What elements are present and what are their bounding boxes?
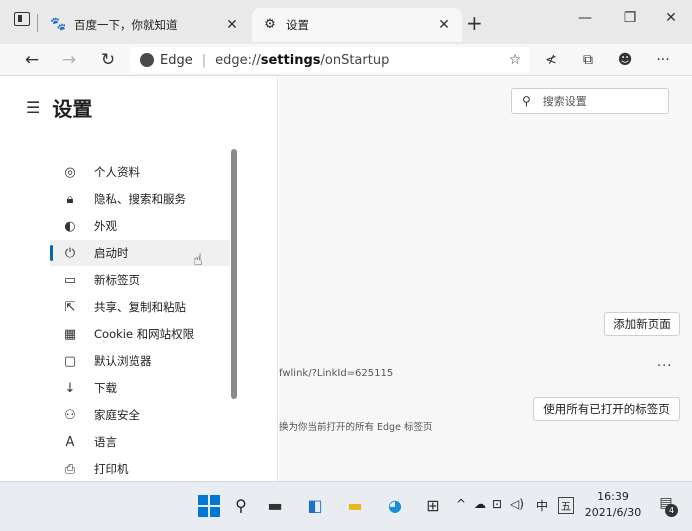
tab-separator <box>37 14 38 32</box>
new-tab-icon: ▭ <box>63 272 77 288</box>
startup-page-url: fwlink/?LinkId=625115 <box>279 368 394 379</box>
sidebar-item-appearance[interactable]: ◐ 外观 <box>50 213 230 239</box>
profile-avatar-icon[interactable]: ☻ <box>614 50 636 72</box>
printer-icon: ⎙ <box>64 461 76 477</box>
notification-count-badge: 4 <box>665 504 678 517</box>
sidebar-item-family[interactable]: ⚇ 家庭安全 <box>50 402 230 428</box>
address-brand: Edge <box>160 52 193 68</box>
sidebar-item-label: 打印机 <box>94 462 129 476</box>
edge-logo-icon <box>140 53 154 67</box>
hamburger-menu-icon[interactable]: ☰ <box>26 98 40 117</box>
cloud-icon[interactable]: ☁ <box>474 497 486 511</box>
power-icon: ⏻ <box>64 245 76 261</box>
sidebar-item-profile[interactable]: ◎ 个人资料 <box>50 159 230 185</box>
sidebar-item-label: 启动时 <box>94 246 129 260</box>
sidebar-item-printers[interactable]: ⎙ 打印机 <box>50 456 230 481</box>
ime-indicator[interactable]: 中 <box>536 497 548 514</box>
taskbar-clock[interactable]: 16:39 2021/6/30 <box>584 489 642 521</box>
volume-icon[interactable]: ◁) <box>510 497 524 511</box>
browser-toolbar: ← → ↻ Edge | edge://settings/onStartup ☆… <box>0 44 692 76</box>
settings-sidebar: ☰ 设置 ◎ 个人资料 🔒︎ 隐私、搜索和服务 ◐ 外观 ⏻ 启动时 ▭ 新标签… <box>0 77 278 481</box>
use-all-open-tabs-button[interactable]: 使用所有已打开的标签页 <box>533 397 680 421</box>
sidebar-item-new-tab[interactable]: ▭ 新标签页 <box>50 267 230 293</box>
sidebar-item-label: 外观 <box>94 219 117 233</box>
download-icon: ↓ <box>64 380 76 396</box>
settings-content: ⚲ 搜索设置 添加新页面 ··· fwlink/?LinkId=625115 使… <box>279 77 692 481</box>
gear-icon: ⚙ <box>264 17 276 32</box>
favorites-icon[interactable]: ≮ <box>540 50 562 72</box>
hand-cursor-icon: ☝ <box>193 250 203 269</box>
clock-date: 2021/6/30 <box>584 506 642 519</box>
windows-taskbar: ⚲ ▬ ◧ ▬ ◕ ⊞ ^ ☁ ⊡ ◁) 中 五 16:39 2021/6/30… <box>0 481 692 531</box>
language-icon: A <box>65 434 75 450</box>
new-tab-button[interactable]: + <box>466 11 483 35</box>
sidebar-item-privacy[interactable]: 🔒︎ 隐私、搜索和服务 <box>50 186 230 212</box>
profile-icon: ◎ <box>64 164 76 180</box>
sidebar-item-label: 语言 <box>94 435 117 449</box>
widgets-icon[interactable]: ◧ <box>304 495 326 517</box>
sidebar-item-default-browser[interactable]: ▢ 默认浏览器 <box>50 348 230 374</box>
windows-start-icon[interactable] <box>198 495 220 517</box>
sidebar-item-cookies[interactable]: ▦ Cookie 和网站权限 <box>50 321 230 347</box>
search-settings-input[interactable]: ⚲ 搜索设置 <box>511 88 669 114</box>
ime-mode-indicator[interactable]: 五 <box>558 497 574 514</box>
sidebar-item-share[interactable]: ⇱ 共享、复制和粘贴 <box>50 294 230 320</box>
collections-icon[interactable]: ⧉ <box>577 50 599 72</box>
tray-chevron-icon[interactable]: ^ <box>456 497 466 511</box>
back-button[interactable]: ← <box>20 48 44 72</box>
baidu-paw-icon: 🐾 <box>50 17 67 32</box>
search-icon: ⚲ <box>522 94 531 108</box>
close-tab-icon[interactable]: ✕ <box>224 17 240 33</box>
minimize-button[interactable]: — <box>570 10 600 26</box>
use-all-tabs-description: 换为你当前打开的所有 Edge 标签页 <box>279 422 433 433</box>
tab-settings[interactable]: ⚙ 设置 ✕ <box>252 8 462 42</box>
lock-icon: 🔒︎ <box>66 191 74 207</box>
network-icon[interactable]: ⊡ <box>492 497 502 511</box>
sidebar-item-on-startup[interactable]: ⏻ 启动时 <box>50 240 230 266</box>
page-more-options-icon[interactable]: ··· <box>657 359 672 374</box>
restore-button[interactable]: ❐ <box>615 10 645 26</box>
sidebar-item-languages[interactable]: A 语言 <box>50 429 230 455</box>
sidebar-item-label: 共享、复制和粘贴 <box>94 300 186 314</box>
cookie-icon: ▦ <box>63 326 77 342</box>
forward-button[interactable]: → <box>57 48 81 72</box>
sidebar-item-label: 家庭安全 <box>94 408 140 422</box>
page-title: 设置 <box>52 97 93 121</box>
browser-icon: ▢ <box>63 353 77 369</box>
sidebar-item-label: 默认浏览器 <box>94 354 152 368</box>
palette-icon: ◐ <box>64 218 76 234</box>
sidebar-item-label: 个人资料 <box>94 165 140 179</box>
more-options-icon[interactable]: ··· <box>652 50 674 72</box>
task-view-icon[interactable]: ▬ <box>264 495 286 517</box>
tab-title: 百度一下，你就知道 <box>74 18 178 32</box>
search-icon[interactable]: ⚲ <box>230 495 252 517</box>
sidebar-item-label: 新标签页 <box>94 273 140 287</box>
sidebar-scrollbar[interactable] <box>231 149 237 399</box>
address-bar[interactable]: Edge | edge://settings/onStartup <box>130 47 530 73</box>
tab-strip: 🐾 百度一下，你就知道 ✕ ⚙ 设置 ✕ + — ❐ ✕ <box>0 0 692 44</box>
sidebar-item-label: Cookie 和网站权限 <box>94 327 195 341</box>
add-favorite-icon[interactable]: ☆ <box>504 50 526 72</box>
clock-time: 16:39 <box>597 490 629 503</box>
sidebar-item-label: 隐私、搜索和服务 <box>94 192 186 206</box>
close-window-button[interactable]: ✕ <box>656 10 686 26</box>
sidebar-item-downloads[interactable]: ↓ 下载 <box>50 375 230 401</box>
tab-baidu[interactable]: 🐾 百度一下，你就知道 ✕ <box>40 8 250 42</box>
tab-actions-icon[interactable] <box>14 12 30 26</box>
microsoft-store-icon[interactable]: ⊞ <box>422 495 444 517</box>
family-icon: ⚇ <box>64 407 76 423</box>
sidebar-item-label: 下载 <box>94 381 117 395</box>
search-placeholder: 搜索设置 <box>542 95 587 108</box>
file-explorer-icon[interactable]: ▬ <box>344 495 366 517</box>
share-icon: ⇱ <box>64 299 76 315</box>
address-url: edge://settings/onStartup <box>215 52 390 68</box>
add-new-page-button[interactable]: 添加新页面 <box>604 312 680 336</box>
edge-browser-icon[interactable]: ◕ <box>384 495 406 517</box>
tab-title: 设置 <box>286 18 309 32</box>
address-divider: | <box>201 52 207 68</box>
close-tab-icon[interactable]: ✕ <box>436 17 452 33</box>
refresh-button[interactable]: ↻ <box>96 48 120 72</box>
settings-header: ☰ 设置 <box>26 93 92 122</box>
